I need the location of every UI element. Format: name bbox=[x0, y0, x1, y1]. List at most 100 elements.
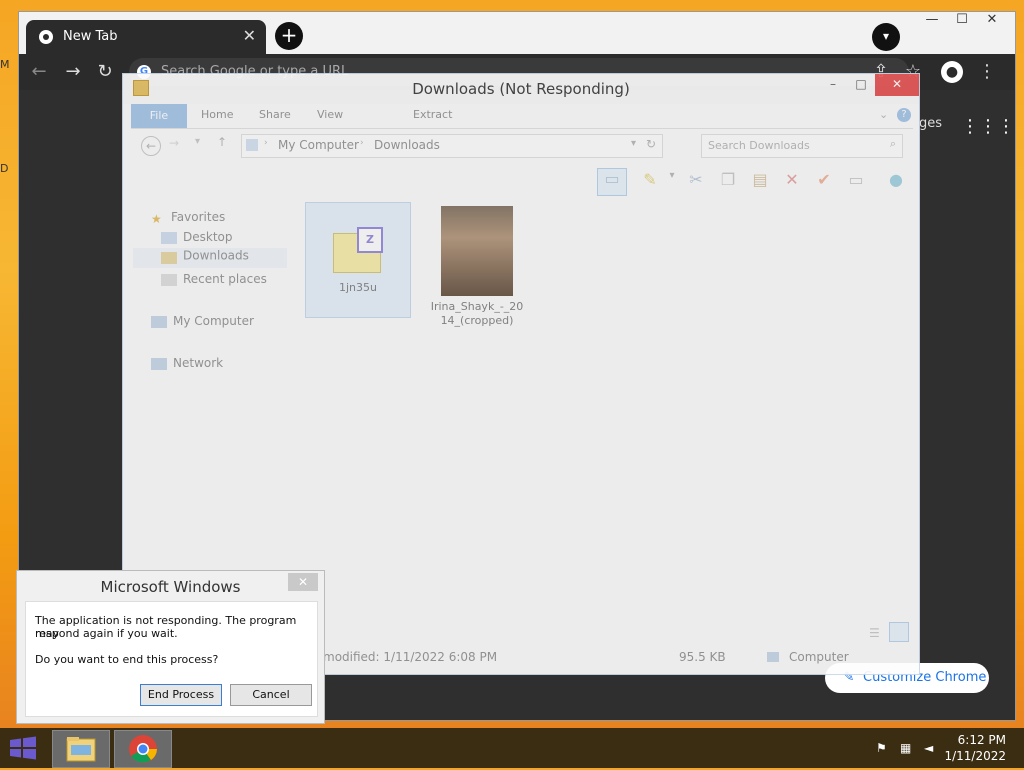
recent-locations-chevron-icon[interactable]: ▾ bbox=[195, 136, 200, 147]
start-button[interactable] bbox=[8, 736, 38, 760]
status-size: 95.5 KB bbox=[679, 650, 726, 664]
downloads-folder-icon bbox=[246, 139, 258, 151]
dialog-message-line-2: respond again if you wait. bbox=[35, 627, 178, 640]
explorer-titlebar[interactable]: Downloads (Not Responding) – □ ✕ bbox=[123, 74, 919, 104]
breadcrumb-downloads[interactable]: Downloads bbox=[374, 138, 440, 152]
computer-icon bbox=[151, 315, 167, 328]
search-downloads-input[interactable]: Search Downloads ⌕ bbox=[701, 134, 903, 158]
taskbar-file-explorer[interactable] bbox=[52, 730, 110, 768]
dialog-body: The application is not responding. The p… bbox=[25, 601, 318, 717]
forward-arrow-icon[interactable]: → bbox=[61, 60, 85, 84]
ribbon-tab-view[interactable]: View bbox=[317, 108, 343, 121]
back-arrow-icon[interactable]: ← bbox=[141, 136, 161, 156]
close-icon[interactable]: ✕ bbox=[875, 74, 919, 96]
large-icons-view-icon[interactable] bbox=[889, 622, 909, 642]
ribbon-expand-chevron-icon[interactable]: ⌄ bbox=[879, 108, 888, 121]
maximize-icon[interactable]: □ bbox=[847, 74, 875, 96]
taskbar: ⚑ ▦ ◄ 6:12 PM 1/11/2022 bbox=[0, 728, 1024, 768]
star-icon: ★ bbox=[151, 211, 162, 226]
system-clock[interactable]: 6:12 PM 1/11/2022 bbox=[944, 732, 1006, 764]
images-link[interactable]: ges bbox=[919, 116, 942, 131]
file-item[interactable]: Irina_Shayk_-_2014_(cropped) bbox=[425, 202, 529, 328]
close-icon[interactable]: ✕ bbox=[977, 12, 1007, 27]
copy-icon[interactable]: ❐ bbox=[717, 170, 739, 192]
dialog-close-icon[interactable]: ✕ bbox=[288, 573, 318, 591]
address-row: ← → ▾ ↑ › My Computer › Downloads ▾ ↻ Se… bbox=[131, 134, 913, 158]
status-bar: modified: 1/11/2022 6:08 PM 95.5 KB Comp… bbox=[323, 650, 913, 668]
ribbon-tabs: File Home Share View Extract ⌄ ? bbox=[131, 104, 913, 129]
nav-network-label: Network bbox=[173, 356, 224, 370]
clock-date: 1/11/2022 bbox=[944, 749, 1006, 763]
explorer-window-controls: – □ ✕ bbox=[819, 74, 919, 96]
nav-network[interactable]: Network bbox=[151, 356, 223, 370]
chrome-menu-icon[interactable]: ⋮ bbox=[975, 60, 999, 84]
desktop-icon-label: M bbox=[0, 58, 10, 71]
nav-recent-places[interactable]: Recent places bbox=[161, 272, 267, 286]
rename-icon[interactable]: ▭ bbox=[845, 170, 867, 192]
breadcrumb-separator-icon: › bbox=[264, 138, 268, 148]
help-icon[interactable]: ? bbox=[897, 108, 911, 122]
zip-archive-icon: Z bbox=[333, 227, 383, 273]
nav-favorites[interactable]: ★ Favorites bbox=[151, 210, 225, 226]
file-name: Irina_Shayk_-_2014_(cropped) bbox=[430, 300, 524, 327]
nav-downloads[interactable]: Downloads bbox=[133, 248, 287, 268]
properties-icon[interactable]: ✎ bbox=[639, 170, 661, 192]
ribbon-tab-share[interactable]: Share bbox=[259, 108, 291, 121]
network-status-icon[interactable]: ▦ bbox=[900, 741, 914, 755]
properties-chevron-icon[interactable]: ▾ bbox=[661, 170, 683, 192]
details-view-icon[interactable]: ☰ bbox=[869, 626, 880, 640]
apps-grid-icon[interactable]: ⋮⋮⋮ bbox=[961, 116, 1015, 137]
forward-arrow-icon[interactable]: → bbox=[169, 136, 179, 150]
checkmark-icon[interactable]: ✔ bbox=[813, 170, 835, 192]
cut-scissors-icon[interactable]: ✂ bbox=[685, 170, 707, 192]
explorer-title: Downloads (Not Responding) bbox=[412, 80, 630, 98]
tab-close-icon[interactable]: ✕ bbox=[243, 26, 256, 45]
dialog-question: Do you want to end this process? bbox=[35, 653, 219, 666]
reload-icon[interactable]: ↻ bbox=[93, 60, 117, 84]
delete-x-icon[interactable]: ✕ bbox=[781, 170, 803, 192]
clock-time: 6:12 PM bbox=[957, 733, 1006, 747]
image-thumbnail bbox=[441, 206, 513, 296]
nav-my-computer[interactable]: My Computer bbox=[151, 314, 254, 328]
preview-pane-icon[interactable]: ▭ bbox=[597, 168, 627, 196]
network-icon bbox=[151, 357, 167, 370]
folder-icon bbox=[66, 737, 96, 762]
chrome-favicon-icon bbox=[39, 30, 53, 44]
chrome-tab[interactable]: New Tab ✕ bbox=[26, 20, 266, 54]
not-responding-dialog: Microsoft Windows ✕ The application is n… bbox=[16, 570, 325, 724]
window-controls: — ☐ ✕ bbox=[917, 12, 1007, 27]
file-list: Z 1jn35u Irina_Shayk_-_2014_(cropped) bbox=[303, 202, 903, 402]
up-arrow-icon[interactable]: ↑ bbox=[217, 135, 227, 149]
volume-muted-icon[interactable]: ◄ bbox=[924, 741, 938, 755]
recent-places-icon bbox=[161, 273, 177, 286]
tab-search-chevron-icon[interactable]: ▾ bbox=[872, 23, 900, 51]
ribbon-tab-home[interactable]: Home bbox=[201, 108, 233, 121]
minimize-icon[interactable]: – bbox=[819, 74, 847, 96]
file-item[interactable]: Z 1jn35u bbox=[305, 202, 411, 318]
ribbon-tab-file[interactable]: File bbox=[131, 104, 187, 128]
address-bar[interactable]: › My Computer › Downloads ▾ ↻ bbox=[241, 134, 663, 158]
computer-icon bbox=[767, 652, 779, 662]
breadcrumb-my-computer[interactable]: My Computer bbox=[278, 138, 359, 152]
breadcrumb-separator-icon: › bbox=[360, 138, 364, 148]
search-icon: ⌕ bbox=[889, 137, 896, 150]
action-center-flag-icon[interactable]: ⚑ bbox=[876, 741, 890, 755]
nav-desktop[interactable]: Desktop bbox=[161, 230, 233, 244]
paste-clipboard-icon[interactable]: ▤ bbox=[749, 170, 771, 192]
refresh-icon[interactable]: ↻ bbox=[646, 137, 656, 151]
globe-icon[interactable]: ● bbox=[885, 170, 907, 192]
address-dropdown-chevron-icon[interactable]: ▾ bbox=[631, 138, 636, 149]
back-arrow-icon[interactable]: ← bbox=[27, 60, 51, 84]
cancel-button[interactable]: Cancel bbox=[230, 684, 312, 706]
chrome-icon bbox=[129, 735, 157, 763]
end-process-button[interactable]: End Process bbox=[140, 684, 222, 706]
nav-recent-label: Recent places bbox=[183, 272, 267, 286]
minimize-icon[interactable]: — bbox=[917, 12, 947, 27]
navigation-pane: ★ Favorites Desktop Downloads Recent plac… bbox=[131, 202, 291, 622]
new-tab-button[interactable]: + bbox=[275, 22, 303, 50]
maximize-icon[interactable]: ☐ bbox=[947, 12, 977, 27]
ribbon-tab-extract[interactable]: Extract bbox=[413, 108, 452, 121]
profile-avatar-icon[interactable]: ● bbox=[941, 61, 963, 83]
downloads-folder-icon bbox=[161, 252, 177, 264]
taskbar-chrome[interactable] bbox=[114, 730, 172, 768]
